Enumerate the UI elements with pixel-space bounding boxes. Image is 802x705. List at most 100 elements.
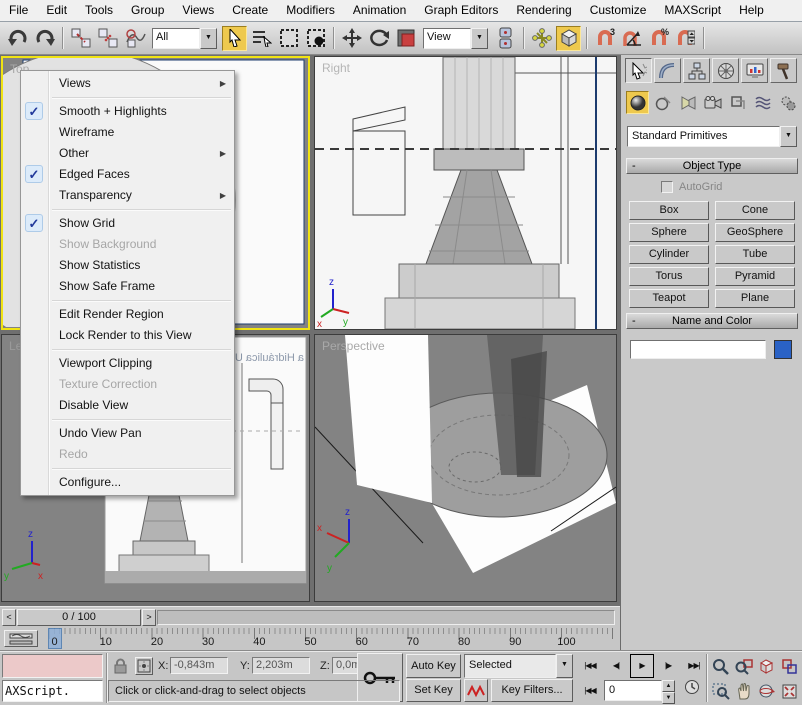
go-to-start-button[interactable]: |◀◀ (578, 654, 602, 678)
context-menu-item[interactable]: Show Safe Frame (21, 276, 234, 297)
spinner-snap-toggle-icon[interactable] (673, 26, 698, 51)
category-lights-icon[interactable] (676, 91, 699, 114)
menu-bar-item[interactable]: Edit (37, 0, 76, 21)
context-menu-item[interactable]: Redo (21, 444, 234, 465)
menu-bar-item[interactable]: MAXScript (655, 0, 730, 21)
object-name-input[interactable] (630, 340, 766, 359)
selection-filter-value[interactable]: All (152, 28, 200, 49)
autogrid-checkbox[interactable] (661, 181, 673, 193)
object-type-button[interactable]: Plane (715, 289, 795, 308)
arc-rotate-button[interactable] (756, 680, 777, 702)
dropdown-arrow-icon[interactable]: ▼ (200, 28, 217, 49)
selection-filter-dropdown[interactable]: All ▼ (152, 28, 217, 49)
context-menu-item[interactable]: Show Statistics (21, 255, 234, 276)
select-and-scale-icon[interactable] (393, 26, 418, 51)
zoom-button[interactable] (710, 655, 731, 677)
object-type-button[interactable]: Sphere (629, 223, 709, 242)
select-and-link-icon[interactable] (68, 26, 93, 51)
redo-icon[interactable] (32, 26, 57, 51)
menu-bar-item[interactable]: Views (173, 0, 223, 21)
tab-create[interactable] (625, 58, 652, 83)
time-configuration-button[interactable] (680, 679, 704, 703)
window-crossing-icon[interactable] (303, 26, 328, 51)
angle-snap-toggle-icon[interactable] (619, 26, 644, 51)
object-type-button[interactable]: GeoSphere (715, 223, 795, 242)
object-type-rollout[interactable]: - Object Type (626, 158, 798, 174)
auto-key-button[interactable]: Auto Key (406, 654, 461, 678)
x-coordinate-field[interactable]: -0,843m (170, 657, 228, 674)
previous-frame-arrow[interactable]: < (2, 609, 16, 626)
use-pivot-point-center-icon[interactable] (493, 26, 518, 51)
time-slider-track[interactable] (157, 610, 615, 625)
time-slider-handle[interactable]: 0 / 100 (17, 609, 141, 626)
context-menu-item[interactable]: Texture Correction (21, 374, 234, 395)
snaps-toggle-button[interactable] (556, 26, 581, 51)
menu-bar-item[interactable]: Rendering (507, 0, 580, 21)
next-frame-arrow[interactable]: > (142, 609, 156, 626)
context-menu-item[interactable]: Lock Render to this View (21, 325, 234, 346)
primitive-category-value[interactable]: Standard Primitives (627, 126, 780, 147)
dropdown-arrow-icon[interactable]: ▼ (780, 126, 797, 147)
context-menu-item[interactable]: Wireframe (21, 122, 234, 143)
snap-3d-toggle-icon[interactable]: 3 (592, 26, 617, 51)
object-type-button[interactable]: Torus (629, 267, 709, 286)
selection-lock-icon[interactable] (113, 658, 128, 674)
viewport-perspective-label[interactable]: Perspective (322, 339, 385, 353)
zoom-extents-all-button[interactable] (779, 655, 800, 677)
go-to-end-button[interactable]: ▶▶| (682, 654, 706, 678)
menu-bar-item[interactable]: File (0, 0, 37, 21)
primitive-category-dropdown[interactable]: Standard Primitives ▼ (627, 126, 797, 147)
menu-bar-item[interactable]: Customize (581, 0, 656, 21)
category-systems-icon[interactable] (776, 91, 799, 114)
select-by-name-icon[interactable] (249, 26, 274, 51)
category-helpers-icon[interactable] (726, 91, 749, 114)
object-type-button[interactable]: Tube (715, 245, 795, 264)
spinner-down-icon[interactable]: ▼ (662, 692, 675, 704)
selection-set-dropdown[interactable]: Selected ▼ (464, 654, 573, 678)
maximize-viewport-toggle[interactable] (779, 680, 800, 702)
context-menu-item[interactable]: Disable View (21, 395, 234, 416)
object-type-button[interactable]: Cylinder (629, 245, 709, 264)
key-filters-button[interactable]: Key Filters... (491, 679, 573, 702)
object-type-button[interactable]: Teapot (629, 289, 709, 308)
menu-bar-item[interactable]: Create (223, 0, 277, 21)
dropdown-arrow-icon[interactable]: ▼ (556, 654, 573, 678)
context-menu-item[interactable]: Other ▶ (21, 143, 234, 164)
percent-snap-toggle-icon[interactable]: % (646, 26, 671, 51)
category-cameras-icon[interactable] (701, 91, 724, 114)
select-object-button[interactable] (222, 26, 247, 51)
current-frame-field[interactable]: 0 (604, 680, 662, 701)
next-frame-button[interactable]: |▶ (656, 654, 680, 678)
frame-spinner[interactable]: ▲ ▼ (662, 680, 675, 701)
viewport-right[interactable]: z x y Right (314, 56, 617, 330)
play-button[interactable]: ▶ (630, 654, 654, 678)
set-key-button[interactable]: Set Key (406, 679, 461, 702)
context-menu-item[interactable]: Undo View Pan (21, 423, 234, 444)
tab-display[interactable] (741, 58, 768, 83)
menu-bar-item[interactable]: Graph Editors (415, 0, 507, 21)
tab-hierarchy[interactable] (683, 58, 710, 83)
object-type-button[interactable]: Pyramid (715, 267, 795, 286)
select-and-move-icon[interactable] (339, 26, 364, 51)
select-and-manipulate-icon[interactable] (529, 26, 554, 51)
menu-bar-item[interactable]: Animation (344, 0, 415, 21)
tab-motion[interactable] (712, 58, 739, 83)
track-bar-ruler[interactable]: 0102030405060708090100 (40, 628, 617, 650)
coordsys-value[interactable]: View (423, 28, 471, 49)
menu-bar-item[interactable]: Group (122, 0, 173, 21)
select-and-rotate-icon[interactable] (366, 26, 391, 51)
dropdown-arrow-icon[interactable]: ▼ (471, 28, 488, 49)
tab-modify[interactable] (654, 58, 681, 83)
tab-utilities[interactable] (770, 58, 797, 83)
category-space-warps-icon[interactable] (751, 91, 774, 114)
selection-set-value[interactable]: Selected (464, 654, 556, 678)
context-menu-item[interactable]: Edit Render Region (21, 304, 234, 325)
context-menu-item[interactable]: ✓ Show Grid (21, 213, 234, 234)
absolute-mode-toggle[interactable] (135, 657, 153, 675)
context-menu-item[interactable]: Transparency ▶ (21, 185, 234, 206)
menu-bar-item[interactable]: Modifiers (277, 0, 344, 21)
menu-bar-item[interactable]: Help (730, 0, 773, 21)
reference-coordinate-system-dropdown[interactable]: View ▼ (423, 28, 488, 49)
pan-hand-button[interactable] (733, 680, 754, 702)
bind-to-space-warp-icon[interactable] (122, 26, 147, 51)
